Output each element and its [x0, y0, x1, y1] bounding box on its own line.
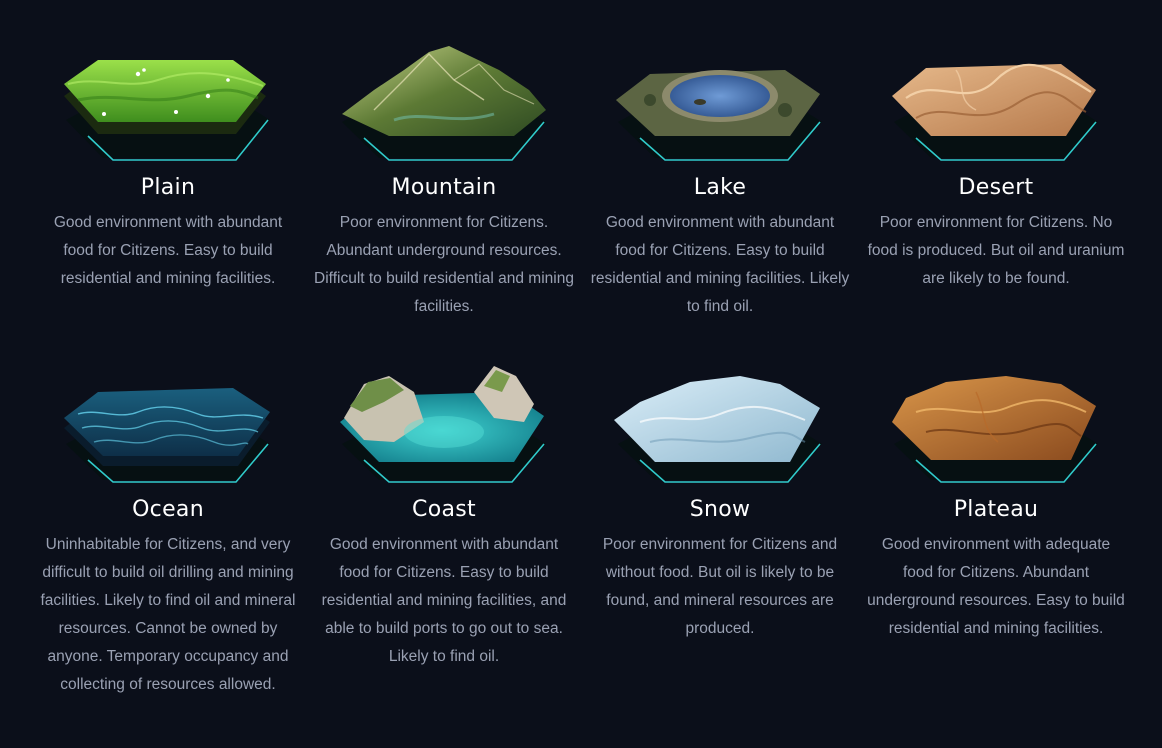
terrain-card-lake: Lake Good environment with abundant food…	[582, 40, 858, 321]
plain-terrain-tile	[64, 60, 270, 161]
terrain-description-mountain: Poor environment for Citizens. Abundant …	[314, 214, 574, 315]
lake-terrain-tile	[616, 70, 822, 161]
terrain-name-ocean: Ocean	[132, 497, 204, 522]
terrain-description-lake: Good environment with abundant food for …	[590, 214, 850, 315]
terrain-name-snow: Snow	[689, 497, 751, 522]
terrain-card-snow: Snow Poor environment for Citizens and w…	[582, 362, 858, 643]
ocean-terrain-tile	[64, 388, 270, 483]
terrain-card-ocean: Ocean Uninhabitable for Citizens, and ve…	[30, 362, 306, 699]
coast-terrain-tile	[340, 366, 546, 483]
terrain-card-desert: Desert Poor environment for Citizens. No…	[858, 40, 1134, 293]
terrain-description-plateau: Good environment with adequate food for …	[867, 536, 1125, 637]
terrain-name-mountain: Mountain	[391, 175, 497, 200]
terrain-description-snow: Poor environment for Citizens and withou…	[602, 536, 838, 637]
terrain-grid: Plain Good environment with abundant foo…	[0, 0, 1162, 748]
terrain-description-desert: Poor environment for Citizens. No food i…	[867, 214, 1125, 287]
plateau-terrain-tile	[892, 376, 1098, 483]
terrain-description-ocean: Uninhabitable for Citizens, and very dif…	[40, 536, 296, 693]
terrain-card-coast: Coast Good environment with abundant foo…	[306, 362, 582, 671]
terrain-description-coast: Good environment with abundant food for …	[321, 536, 567, 665]
terrain-description-plain: Good environment with abundant food for …	[53, 214, 283, 287]
terrain-name-lake: Lake	[693, 175, 747, 200]
terrain-card-mountain: Mountain Poor environment for Citizens. …	[306, 40, 582, 321]
snow-terrain-tile	[614, 376, 822, 483]
terrain-name-desert: Desert	[958, 175, 1034, 200]
terrain-name-plateau: Plateau	[953, 497, 1039, 522]
terrain-card-plain: Plain Good environment with abundant foo…	[30, 40, 306, 293]
terrain-name-plain: Plain	[140, 175, 196, 200]
desert-terrain-tile	[892, 63, 1098, 161]
mountain-terrain-tile	[342, 46, 546, 161]
terrain-name-coast: Coast	[412, 497, 476, 522]
terrain-card-plateau: Plateau Good environment with adequate f…	[858, 362, 1134, 643]
